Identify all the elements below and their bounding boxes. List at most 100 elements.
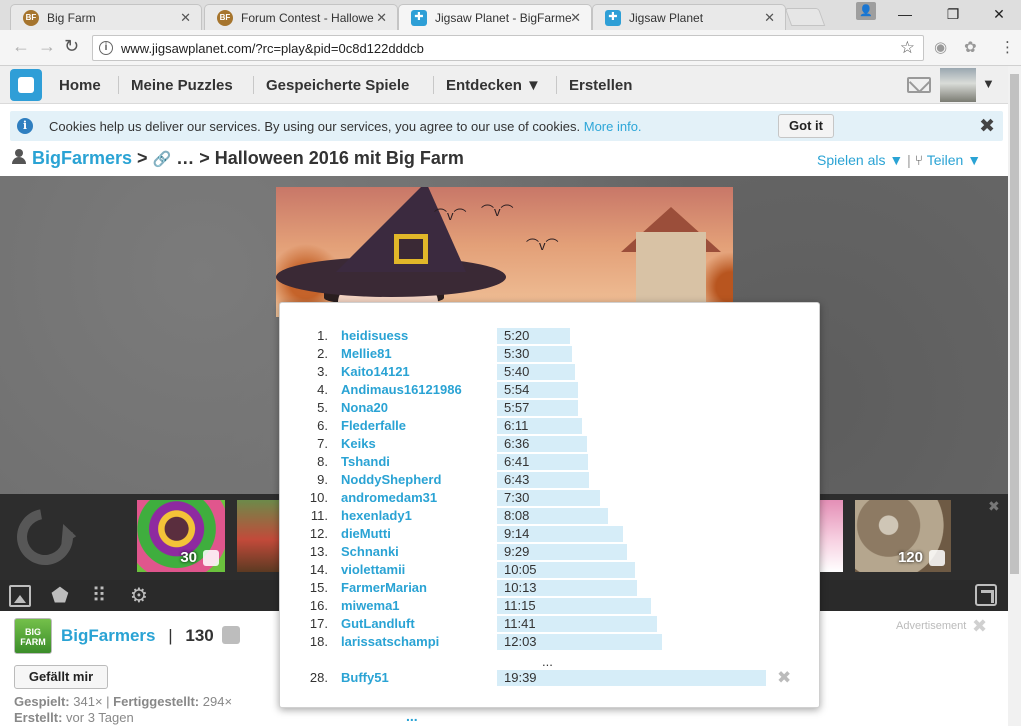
forward-arrow-icon[interactable]: → [38,36,56,57]
author-link[interactable]: BigFarmers [61,626,155,645]
player-name-link[interactable]: heidisuess [341,328,408,343]
player-name-link[interactable]: dieMutti [341,526,391,541]
nav-home[interactable]: Home [59,77,101,94]
related-puzzle-thumbnail[interactable]: 30 [137,500,225,572]
extension-flower-icon[interactable]: ✿ [964,38,977,56]
nav-meine-puzzles[interactable]: Meine Puzzles [131,77,233,94]
nav-gespeicherte-spiele[interactable]: Gespeicherte Spiele [266,77,409,94]
share-dropdown[interactable]: Teilen ▼ [927,152,981,168]
action-divider: | [907,152,915,168]
rank: 7. [317,436,328,451]
player-name-link[interactable]: NoddyShepherd [341,472,441,487]
browser-toolbar: ← → ↻ i www.jigsawplanet.com/?rc=play&pi… [0,30,1021,66]
player-name-link[interactable]: FarmerMarian [341,580,427,595]
player-name-link[interactable]: GutLandluft [341,616,415,631]
player-name-link[interactable]: Flederfalle [341,418,406,433]
tab-forum-contest[interactable]: BF Forum Contest - Hallowe ✕ [204,4,398,30]
menu-kebab-icon[interactable]: ⋮ [1000,38,1015,56]
new-tab-button[interactable] [784,8,826,26]
leaderboard-row: 7. Keiks 6:36 [280,435,821,453]
site-info-icon[interactable]: i [99,41,113,55]
scrollbar-thumb[interactable] [1010,74,1019,574]
related-puzzle-thumbnail[interactable] [237,500,279,572]
player-name-link[interactable]: Keiks [341,436,376,451]
completed-value: 294× [202,694,233,709]
browser-profile-icon[interactable]: 👤 [856,2,876,20]
tab-big-farm[interactable]: BF Big Farm ✕ [10,4,202,30]
rank: 11. [310,508,328,523]
leaderboard-row: 10. andromedam31 7:30 [280,489,821,507]
bookmark-star-icon[interactable]: ☆ [900,38,915,58]
completion-time: 5:20 [504,328,530,343]
player-name-link[interactable]: Schnanki [341,544,399,559]
close-tab-icon[interactable]: ✕ [376,10,387,26]
tab-jigsaw-planet[interactable]: ✚ Jigsaw Planet ✕ [592,4,786,30]
puzzle-image[interactable]: ⌒v⌒ ⌒v⌒ ⌒v⌒ [276,187,733,317]
nav-erstellen[interactable]: Erstellen [569,77,632,94]
player-name-link[interactable]: larissatschampi [341,634,439,649]
close-ad-icon[interactable]: ✖ [972,616,987,637]
breadcrumb-user-link[interactable]: BigFarmers [32,148,132,168]
reload-icon[interactable]: ↻ [64,36,79,57]
gear-icon[interactable]: ⚙ [128,585,150,607]
back-arrow-icon[interactable]: ← [12,36,30,57]
rank: 8. [317,454,328,469]
close-strip-icon[interactable]: ✖ [988,498,1000,515]
breadcrumb-ellipsis[interactable]: … > [171,148,215,168]
completion-time: 5:54 [504,382,530,397]
player-name-link[interactable]: violettamii [341,562,405,577]
extension-icon[interactable]: ◉ [934,38,947,56]
cookie-message: Cookies help us deliver our services. By… [49,119,581,134]
breadcrumb: BigFarmers > 🔗 … > Halloween 2016 mit Bi… [12,148,464,169]
more-link[interactable]: ... [406,708,418,724]
player-name-link[interactable]: Nona20 [341,400,388,415]
cookie-got-it-button[interactable]: Got it [778,114,834,138]
tab-jigsaw-planet-bigfarmers[interactable]: ✚ Jigsaw Planet - BigFarme ✕ [398,4,592,30]
avatar[interactable] [940,68,976,102]
rank: 1. [317,328,328,343]
share-icon: ⑂ [914,152,924,168]
close-window-icon[interactable]: ✕ [976,0,1021,30]
player-name-link[interactable]: Mellie81 [341,346,392,361]
player-name-link[interactable]: Buffy51 [341,670,389,685]
completion-time: 10:05 [504,562,537,577]
restore-icon[interactable]: ❐ [930,0,976,30]
fullscreen-icon[interactable] [975,584,997,606]
jigsaw-planet-logo-icon[interactable] [10,69,42,101]
tab-strip: BF Big Farm ✕ BF Forum Contest - Hallowe… [0,0,1021,30]
rank: 9. [317,472,328,487]
ghost-image-icon[interactable]: ⬟ [49,585,71,607]
related-puzzle-thumbnail[interactable] [820,500,843,572]
mail-icon[interactable] [907,77,931,93]
grid-icon[interactable]: ⠿ [88,585,110,607]
author-logo[interactable]: BIG FARM [14,618,52,654]
cookie-text: Cookies help us deliver our services. By… [49,119,642,134]
close-tab-icon[interactable]: ✕ [570,10,581,26]
like-button[interactable]: Gefällt mir [14,665,108,689]
player-name-link[interactable]: miwema1 [341,598,400,613]
leaderboard-row: 8. Tshandi 6:41 [280,453,821,471]
play-as-dropdown[interactable]: Spielen als ▼ [817,152,903,168]
restart-icon[interactable] [6,498,84,576]
close-icon[interactable]: ✖ [979,115,995,138]
leaderboard-row: 6. Flederfalle 6:11 [280,417,821,435]
rank: 16. [309,598,328,613]
related-puzzle-thumbnail[interactable]: 120 [855,500,951,572]
player-name-link[interactable]: Andimaus16121986 [341,382,462,397]
cookie-more-info-link[interactable]: More info. [584,119,642,134]
user-icon [12,148,26,164]
address-bar[interactable]: i www.jigsawplanet.com/?rc=play&pid=0c8d… [92,35,924,61]
breadcrumb-separator: > [132,148,153,168]
completion-time: 6:11 [504,418,529,433]
nav-entdecken[interactable]: Entdecken ▼ [446,77,541,94]
minimize-icon[interactable]: — [882,0,928,30]
close-tab-icon[interactable]: ✕ [764,10,775,26]
close-tab-icon[interactable]: ✕ [180,10,191,26]
caret-down-icon[interactable]: ▼ [982,76,995,91]
image-preview-icon[interactable] [9,585,31,607]
leaderboard-row: 2. Mellie81 5:30 [280,345,821,363]
player-name-link[interactable]: Kaito14121 [341,364,410,379]
player-name-link[interactable]: andromedam31 [341,490,437,505]
player-name-link[interactable]: Tshandi [341,454,390,469]
player-name-link[interactable]: hexenlady1 [341,508,412,523]
